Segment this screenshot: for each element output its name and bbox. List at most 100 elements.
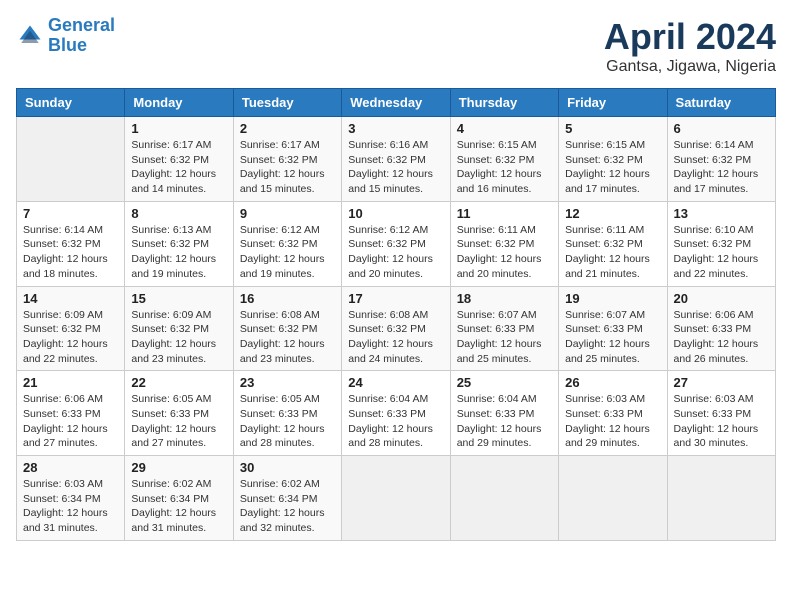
page-header: GeneralBlue April 2024 Gantsa, Jigawa, N…: [16, 16, 776, 76]
weekday-header: Thursday: [450, 89, 558, 117]
day-info: Sunrise: 6:08 AMSunset: 6:32 PMDaylight:…: [240, 308, 335, 367]
day-number: 14: [23, 291, 118, 306]
calendar-cell: 14 Sunrise: 6:09 AMSunset: 6:32 PMDayligh…: [17, 286, 125, 371]
logo-icon: [16, 22, 44, 50]
calendar-cell: 22Sunrise: 6:05 AMSunset: 6:33 PMDayligh…: [125, 371, 233, 456]
day-number: 6: [674, 121, 769, 136]
day-info: Sunrise: 6:12 AMSunset: 6:32 PMDaylight:…: [240, 223, 335, 282]
day-info: Sunrise: 6:06 AMSunset: 6:33 PMDaylight:…: [23, 392, 118, 451]
title-block: April 2024 Gantsa, Jigawa, Nigeria: [604, 16, 776, 76]
day-number: 23: [240, 375, 335, 390]
calendar-cell: 7 Sunrise: 6:14 AMSunset: 6:32 PMDaylight…: [17, 201, 125, 286]
day-number: 2: [240, 121, 335, 136]
day-info: Sunrise: 6:02 AMSunset: 6:34 PMDaylight:…: [131, 477, 226, 536]
weekday-header: Tuesday: [233, 89, 341, 117]
calendar-cell: 15 Sunrise: 6:09 AMSunset: 6:32 PMDayligh…: [125, 286, 233, 371]
day-info: Sunrise: 6:09 AMSunset: 6:32 PMDaylight:…: [23, 308, 118, 367]
day-info: Sunrise: 6:09 AMSunset: 6:32 PMDaylight:…: [131, 308, 226, 367]
day-info: Sunrise: 6:03 AMSunset: 6:33 PMDaylight:…: [565, 392, 660, 451]
day-number: 27: [674, 375, 769, 390]
day-info: Sunrise: 6:07 AMSunset: 6:33 PMDaylight:…: [565, 308, 660, 367]
weekday-header: Friday: [559, 89, 667, 117]
calendar-cell: 26 Sunrise: 6:03 AMSunset: 6:33 PMDayligh…: [559, 371, 667, 456]
logo: GeneralBlue: [16, 16, 115, 56]
location: Gantsa, Jigawa, Nigeria: [604, 58, 776, 76]
day-number: 10: [348, 206, 443, 221]
calendar-cell: 12 Sunrise: 6:11 AMSunset: 6:32 PMDayligh…: [559, 201, 667, 286]
calendar-cell: 8 Sunrise: 6:13 AMSunset: 6:32 PMDaylight…: [125, 201, 233, 286]
day-number: 18: [457, 291, 552, 306]
calendar-cell: [559, 456, 667, 541]
day-number: 16: [240, 291, 335, 306]
calendar-cell: 11 Sunrise: 6:11 AMSunset: 6:32 PMDayligh…: [450, 201, 558, 286]
calendar-week-row: 14 Sunrise: 6:09 AMSunset: 6:32 PMDayligh…: [17, 286, 776, 371]
day-info: Sunrise: 6:11 AMSunset: 6:32 PMDaylight:…: [565, 223, 660, 282]
day-number: 13: [674, 206, 769, 221]
day-number: 21: [23, 375, 118, 390]
calendar-cell: 21 Sunrise: 6:06 AMSunset: 6:33 PMDayligh…: [17, 371, 125, 456]
day-number: 15: [131, 291, 226, 306]
day-info: Sunrise: 6:05 AMSunset: 6:33 PMDaylight:…: [240, 392, 335, 451]
day-number: 26: [565, 375, 660, 390]
day-info: Sunrise: 6:06 AMSunset: 6:33 PMDaylight:…: [674, 308, 769, 367]
weekday-header: Sunday: [17, 89, 125, 117]
day-number: 5: [565, 121, 660, 136]
day-info: Sunrise: 6:03 AMSunset: 6:34 PMDaylight:…: [23, 477, 118, 536]
day-info: Sunrise: 6:17 AMSunset: 6:32 PMDaylight:…: [131, 138, 226, 197]
day-number: 1: [131, 121, 226, 136]
day-number: 8: [131, 206, 226, 221]
calendar-table: SundayMondayTuesdayWednesdayThursdayFrid…: [16, 88, 776, 541]
day-info: Sunrise: 6:17 AMSunset: 6:32 PMDaylight:…: [240, 138, 335, 197]
day-number: 11: [457, 206, 552, 221]
weekday-header: Wednesday: [342, 89, 450, 117]
calendar-cell: 18 Sunrise: 6:07 AMSunset: 6:33 PMDayligh…: [450, 286, 558, 371]
calendar-cell: 9 Sunrise: 6:12 AMSunset: 6:32 PMDaylight…: [233, 201, 341, 286]
calendar-cell: 19Sunrise: 6:07 AMSunset: 6:33 PMDayligh…: [559, 286, 667, 371]
day-info: Sunrise: 6:03 AMSunset: 6:33 PMDaylight:…: [674, 392, 769, 451]
day-info: Sunrise: 6:14 AMSunset: 6:32 PMDaylight:…: [23, 223, 118, 282]
day-info: Sunrise: 6:10 AMSunset: 6:32 PMDaylight:…: [674, 223, 769, 282]
day-info: Sunrise: 6:02 AMSunset: 6:34 PMDaylight:…: [240, 477, 335, 536]
calendar-cell: 6Sunrise: 6:14 AMSunset: 6:32 PMDaylight…: [667, 117, 775, 202]
calendar-cell: 20 Sunrise: 6:06 AMSunset: 6:33 PMDayligh…: [667, 286, 775, 371]
weekday-header: Saturday: [667, 89, 775, 117]
calendar-week-row: 1 Sunrise: 6:17 AMSunset: 6:32 PMDaylight…: [17, 117, 776, 202]
day-number: 29: [131, 460, 226, 475]
day-number: 24: [348, 375, 443, 390]
day-number: 20: [674, 291, 769, 306]
calendar-cell: 23 Sunrise: 6:05 AMSunset: 6:33 PMDayligh…: [233, 371, 341, 456]
calendar-week-row: 21 Sunrise: 6:06 AMSunset: 6:33 PMDayligh…: [17, 371, 776, 456]
day-info: Sunrise: 6:15 AMSunset: 6:32 PMDaylight:…: [457, 138, 552, 197]
weekday-header: Monday: [125, 89, 233, 117]
calendar-cell: 2 Sunrise: 6:17 AMSunset: 6:32 PMDaylight…: [233, 117, 341, 202]
logo-text: GeneralBlue: [48, 16, 115, 56]
day-number: 22: [131, 375, 226, 390]
calendar-cell: 24Sunrise: 6:04 AMSunset: 6:33 PMDayligh…: [342, 371, 450, 456]
day-number: 30: [240, 460, 335, 475]
day-number: 12: [565, 206, 660, 221]
calendar-cell: 17Sunrise: 6:08 AMSunset: 6:32 PMDayligh…: [342, 286, 450, 371]
day-info: Sunrise: 6:07 AMSunset: 6:33 PMDaylight:…: [457, 308, 552, 367]
day-info: Sunrise: 6:13 AMSunset: 6:32 PMDaylight:…: [131, 223, 226, 282]
calendar-cell: [667, 456, 775, 541]
calendar-cell: 28Sunrise: 6:03 AMSunset: 6:34 PMDayligh…: [17, 456, 125, 541]
day-number: 3: [348, 121, 443, 136]
calendar-cell: [450, 456, 558, 541]
day-number: 9: [240, 206, 335, 221]
calendar-week-row: 28Sunrise: 6:03 AMSunset: 6:34 PMDayligh…: [17, 456, 776, 541]
day-number: 17: [348, 291, 443, 306]
calendar-cell: 29 Sunrise: 6:02 AMSunset: 6:34 PMDayligh…: [125, 456, 233, 541]
day-number: 25: [457, 375, 552, 390]
calendar-cell: 10 Sunrise: 6:12 AMSunset: 6:32 PMDayligh…: [342, 201, 450, 286]
day-number: 7: [23, 206, 118, 221]
calendar-cell: 27 Sunrise: 6:03 AMSunset: 6:33 PMDayligh…: [667, 371, 775, 456]
calendar-week-row: 7 Sunrise: 6:14 AMSunset: 6:32 PMDaylight…: [17, 201, 776, 286]
calendar-cell: [17, 117, 125, 202]
day-info: Sunrise: 6:11 AMSunset: 6:32 PMDaylight:…: [457, 223, 552, 282]
calendar-cell: 13 Sunrise: 6:10 AMSunset: 6:32 PMDayligh…: [667, 201, 775, 286]
calendar-cell: 5Sunrise: 6:15 AMSunset: 6:32 PMDaylight…: [559, 117, 667, 202]
day-info: Sunrise: 6:12 AMSunset: 6:32 PMDaylight:…: [348, 223, 443, 282]
calendar-cell: 1 Sunrise: 6:17 AMSunset: 6:32 PMDaylight…: [125, 117, 233, 202]
calendar-cell: 16 Sunrise: 6:08 AMSunset: 6:32 PMDayligh…: [233, 286, 341, 371]
calendar-cell: 3Sunrise: 6:16 AMSunset: 6:32 PMDaylight…: [342, 117, 450, 202]
